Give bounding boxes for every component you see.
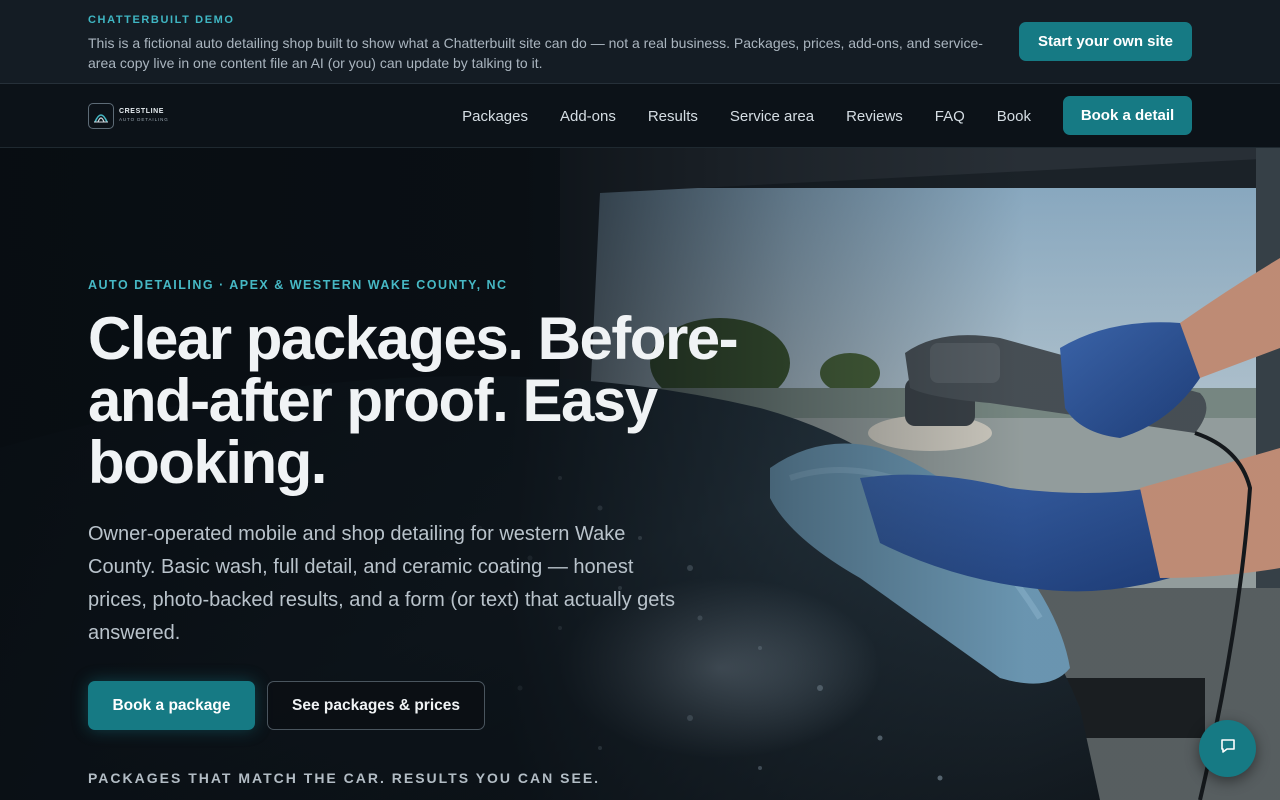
demo-banner: CHATTERBUILT DEMO This is a fictional au… [0,0,1280,84]
brand-wordmark: CRESTLINE AUTO DETAILING [119,108,169,124]
see-packages-button[interactable]: See packages & prices [267,681,485,730]
chat-bubble-icon [1219,737,1237,760]
nav-link-service-area[interactable]: Service area [730,108,814,125]
nav-link-results[interactable]: Results [648,108,698,125]
hero-description: Owner-operated mobile and shop detailing… [88,523,675,644]
brand-logo[interactable]: CRESTLINE AUTO DETAILING [88,103,169,129]
hero-headline: Clear packages. Before-and-after proof. … [88,305,739,496]
hero-tagline: PACKAGES THAT MATCH THE CAR. RESULTS YOU… [88,770,601,786]
nav-link-book[interactable]: Book [997,108,1031,125]
hero-section: AUTO DETAILING · APEX & WESTERN WAKE COU… [0,148,1280,800]
nav-link-packages[interactable]: Packages [462,108,528,125]
demo-label: CHATTERBUILT DEMO [88,14,235,26]
nav-link-reviews[interactable]: Reviews [846,108,903,125]
crest-arch-icon [88,103,114,129]
nav-links: Packages Add-ons Results Service area Re… [462,84,1031,148]
hero-eyebrow: AUTO DETAILING · APEX & WESTERN WAKE COU… [88,278,508,292]
chat-launcher-button[interactable] [1199,720,1256,777]
book-detail-button[interactable]: Book a detail [1063,96,1192,135]
brand-subtitle: AUTO DETAILING [119,117,169,122]
brand-name: CRESTLINE [119,108,165,115]
main-nav: CRESTLINE AUTO DETAILING Packages Add-on… [0,84,1280,148]
demo-description: This is a fictional auto detailing shop … [88,35,983,71]
book-package-button[interactable]: Book a package [88,681,255,730]
nav-link-faq[interactable]: FAQ [935,108,965,125]
start-own-site-button[interactable]: Start your own site [1019,22,1192,61]
nav-link-add-ons[interactable]: Add-ons [560,108,616,125]
